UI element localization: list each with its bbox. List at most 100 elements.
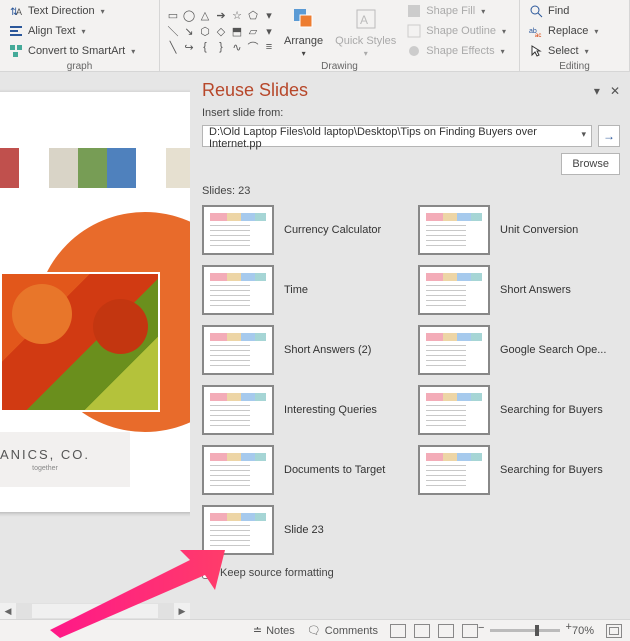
pane-options-icon[interactable]: ▾ — [594, 84, 600, 98]
text-direction-button[interactable]: ⇅A Text Direction ▾ — [6, 2, 153, 20]
ribbon-group-paragraph: ⇅A Text Direction ▾ Align Text ▾ Convert… — [0, 0, 160, 71]
slide-item[interactable]: Short Answers — [418, 265, 620, 315]
shape-effects-button: Shape Effects ▾ — [404, 42, 508, 60]
scroll-left-icon[interactable]: ◀ — [0, 603, 16, 619]
comments-icon: 🗨 — [307, 624, 321, 637]
text-direction-icon: ⇅A — [8, 3, 24, 19]
slide-canvas[interactable]: Desi ANICS, CO. together — [0, 92, 190, 512]
align-text-label: Align Text — [28, 25, 76, 37]
slide-label: Interesting Queries — [284, 404, 377, 416]
go-button[interactable]: → — [598, 125, 620, 147]
slide-thumb — [418, 205, 490, 255]
slide-thumb — [202, 505, 274, 555]
dropdown-icon: ▾ — [302, 49, 306, 58]
slide-item[interactable]: Currency Calculator — [202, 205, 404, 255]
sorter-view-icon[interactable] — [414, 624, 430, 638]
slide-item[interactable]: Searching for Buyers — [418, 385, 620, 435]
slide-item[interactable]: Slide 23 — [202, 505, 404, 555]
replace-icon: abac — [528, 23, 544, 39]
arrange-icon — [290, 5, 318, 33]
dropdown-icon: ▾ — [82, 27, 86, 36]
dropdown-icon: ▾ — [131, 47, 135, 56]
convert-smartart-button[interactable]: Convert to SmartArt ▾ — [6, 42, 153, 60]
shape-effects-icon — [406, 43, 422, 59]
arrow-right-icon: → — [603, 129, 615, 143]
slide-thumb — [418, 325, 490, 375]
ribbon: ⇅A Text Direction ▾ Align Text ▾ Convert… — [0, 0, 630, 72]
slide-item[interactable]: Google Search Ope... — [418, 325, 620, 375]
slide-thumb — [418, 265, 490, 315]
shapes-gallery[interactable]: ▭◯△➔☆⬠▾ ＼↘⬡◇⬒▱▾ ╲↪{}∿⌒≡ — [166, 8, 276, 54]
dropdown-icon: ▾ — [585, 47, 589, 56]
slides-list: Currency Calculator Unit Conversion Time… — [202, 205, 620, 555]
notes-label: Notes — [266, 625, 295, 637]
shape-outline-button: Shape Outline ▾ — [404, 22, 508, 40]
slide-item[interactable]: Searching for Buyers — [418, 445, 620, 495]
replace-label: Replace — [548, 25, 588, 37]
comments-button[interactable]: 🗨 Comments — [307, 624, 378, 637]
slide-thumb — [202, 205, 274, 255]
svg-text:A: A — [16, 7, 22, 17]
slide-item[interactable]: Interesting Queries — [202, 385, 404, 435]
find-icon — [528, 3, 544, 19]
horizontal-scrollbar[interactable]: ◀ ▶ — [0, 603, 190, 619]
slide-item[interactable]: Unit Conversion — [418, 205, 620, 255]
slide-label: Unit Conversion — [500, 224, 578, 236]
find-button[interactable]: Find — [526, 2, 623, 20]
keep-formatting-checkbox[interactable] — [202, 567, 214, 579]
scroll-right-icon[interactable]: ▶ — [174, 603, 190, 619]
arrange-button[interactable]: Arrange ▾ — [280, 3, 327, 60]
replace-button[interactable]: abac Replace ▾ — [526, 22, 623, 40]
reuse-slides-pane: Reuse Slides ▾ ✕ Insert slide from: D:\O… — [190, 72, 630, 619]
svg-text:A: A — [360, 13, 368, 27]
company-text: ANICS, CO. — [0, 447, 90, 462]
slide-label: Searching for Buyers — [500, 464, 603, 476]
pane-close-icon[interactable]: ✕ — [610, 84, 620, 98]
zoom-slider[interactable] — [490, 629, 560, 632]
pane-title: Reuse Slides — [202, 80, 308, 101]
slideshow-view-icon[interactable] — [462, 624, 478, 638]
slide-canvas-area: Desi ANICS, CO. together ◀ ▶ — [0, 72, 190, 619]
notes-button[interactable]: ≐ Notes — [253, 624, 295, 637]
slide-photo — [0, 272, 160, 412]
select-button[interactable]: Select ▾ — [526, 42, 623, 60]
shape-fill-button: Shape Fill ▾ — [404, 2, 508, 20]
dropdown-icon: ▾ — [101, 7, 105, 16]
source-path-input[interactable]: D:\Old Laptop Files\old laptop\Desktop\T… — [202, 125, 592, 147]
zoom-value: 70% — [572, 625, 594, 637]
browse-label: Browse — [572, 158, 609, 170]
ribbon-group-editing: Find abac Replace ▾ Select ▾ Editing — [520, 0, 630, 71]
workspace: Desi ANICS, CO. together ◀ ▶ Reuse Slide… — [0, 72, 630, 619]
status-bar: ≐ Notes 🗨 Comments 70% — [0, 619, 630, 641]
slide-thumb — [202, 385, 274, 435]
slide-item[interactable]: Short Answers (2) — [202, 325, 404, 375]
quick-styles-icon: A — [352, 5, 380, 33]
keep-formatting-row[interactable]: Keep source formatting — [202, 567, 620, 579]
slide-thumb — [418, 385, 490, 435]
quick-styles-button: A Quick Styles ▾ — [331, 3, 400, 60]
dropdown-icon: ▾ — [501, 47, 505, 56]
find-label: Find — [548, 5, 569, 17]
slide-label: Searching for Buyers — [500, 404, 603, 416]
reading-view-icon[interactable] — [438, 624, 454, 638]
fit-to-window-icon[interactable] — [606, 624, 622, 638]
dropdown-icon: ▾ — [594, 27, 598, 36]
slide-item[interactable]: Time — [202, 265, 404, 315]
slide-label: Time — [284, 284, 308, 296]
browse-button[interactable]: Browse — [561, 153, 620, 175]
normal-view-icon[interactable] — [390, 624, 406, 638]
shape-outline-label: Shape Outline — [426, 25, 496, 37]
slide-thumb — [202, 265, 274, 315]
design-variant-strip — [0, 148, 190, 188]
slides-count: Slides: 23 — [202, 185, 620, 197]
shape-fill-label: Shape Fill — [426, 5, 475, 17]
select-icon — [528, 43, 544, 59]
align-text-button[interactable]: Align Text ▾ — [6, 22, 153, 40]
insert-from-label: Insert slide from: — [202, 107, 620, 119]
slide-item[interactable]: Documents to Target — [202, 445, 404, 495]
quick-styles-label: Quick Styles — [335, 35, 396, 47]
slide-label: Documents to Target — [284, 464, 385, 476]
ribbon-group-drawing: ▭◯△➔☆⬠▾ ＼↘⬡◇⬒▱▾ ╲↪{}∿⌒≡ Arrange ▾ A Quic… — [160, 0, 520, 71]
align-text-icon — [8, 23, 24, 39]
comments-label: Comments — [325, 625, 378, 637]
